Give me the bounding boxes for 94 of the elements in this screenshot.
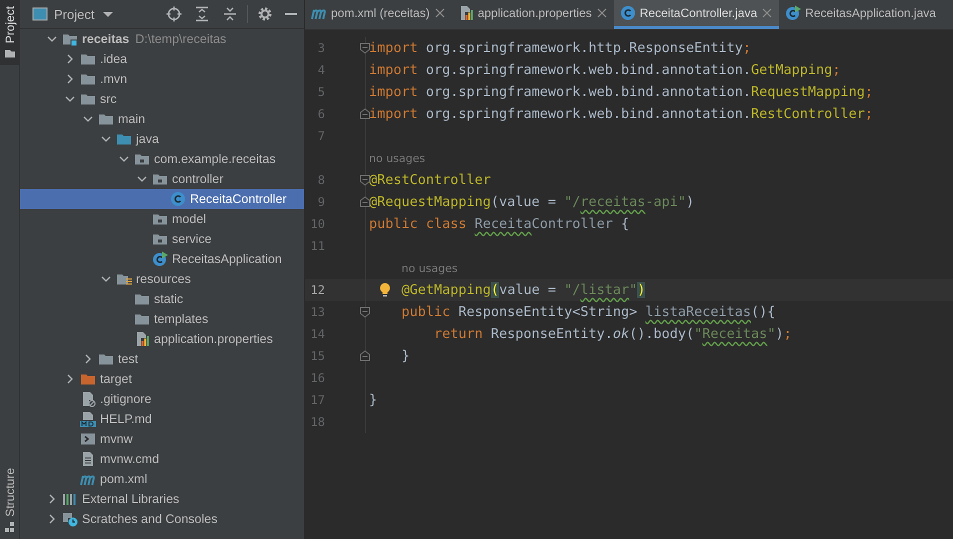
code-line: @GetMapping(value = "/listar") (400, 282, 646, 298)
tree-item[interactable]: src (20, 89, 304, 109)
folder-icon (4, 47, 16, 60)
tree-item[interactable]: java (20, 129, 304, 149)
ignore-file-icon (80, 391, 96, 407)
class-icon (785, 5, 802, 21)
line-number: 17 (310, 393, 325, 407)
settings-icon (257, 6, 273, 22)
tree-item[interactable]: ReceitaController (20, 189, 304, 209)
tree-item[interactable]: service (20, 229, 304, 249)
code-line: } (400, 348, 410, 364)
tree-item[interactable]: .gitignore (20, 389, 304, 409)
editor-tab[interactable]: ReceitasApplication.java (779, 0, 942, 29)
expand-all-icon (194, 6, 210, 22)
line-number: 7 (316, 129, 325, 143)
line-number: 14 (310, 327, 325, 341)
code-line: } (369, 392, 378, 408)
tree-item[interactable]: mvnw (20, 429, 304, 449)
tree-item[interactable]: controller (20, 169, 304, 189)
minimize-button[interactable] (282, 10, 300, 18)
line-number: 13 (310, 305, 325, 319)
editor-tab[interactable]: application.properties (452, 0, 614, 29)
tree-item[interactable]: .idea (20, 49, 304, 69)
usage-hint[interactable]: no usages (402, 262, 458, 274)
class-icon (170, 191, 186, 207)
scratch-icon (62, 511, 78, 527)
code-line: import org.springframework.web.bind.annotation.RestController; (369, 106, 873, 122)
view-selector[interactable]: Project (28, 4, 120, 24)
tree-item[interactable]: templates (20, 309, 304, 329)
fold-marker-icon (359, 108, 371, 120)
code-line: public class ReceitaController { (369, 216, 630, 232)
line-number: 4 (316, 63, 325, 77)
line-number: 5 (316, 85, 325, 99)
code-line: import org.springframework.http.ResponseEntity; (369, 40, 752, 56)
editor-tab[interactable]: pom.xml (receitas) (305, 0, 452, 29)
fold-marker-icon (359, 306, 371, 318)
spelling-squiggle: listar (580, 282, 630, 298)
line-number: 8 (316, 173, 325, 187)
tree-item[interactable]: mvnw.cmd (20, 449, 304, 469)
terminal-file-icon (80, 431, 96, 447)
fold-marker-icon (359, 174, 371, 186)
code-line: @RestController (369, 172, 491, 188)
tree-item[interactable]: .mvn (20, 69, 304, 89)
code-line: import org.springframework.web.bind.annotation.RequestMapping; (369, 84, 873, 100)
line-number: 18 (310, 415, 325, 429)
tree-item[interactable]: ReceitasApplication (20, 249, 304, 269)
code-line: @RequestMapping(value = "/receitas-api") (369, 194, 694, 210)
tree-item[interactable]: model (20, 209, 304, 229)
markdown-file-icon (80, 411, 96, 427)
tree-item[interactable]: application.properties (20, 329, 304, 349)
line-number: 15 (310, 349, 325, 363)
spelling-squiggle: Receitas (702, 326, 768, 342)
spelling-squiggle: listaReceitas (645, 304, 752, 320)
tree-item[interactable]: External Libraries (20, 489, 304, 509)
text-file-icon (80, 451, 96, 467)
line-number: 16 (310, 371, 325, 385)
fold-marker-icon (359, 196, 371, 208)
tree-item[interactable]: HELP.md (20, 409, 304, 429)
tree-item[interactable]: test (20, 349, 304, 369)
tree-item[interactable]: main (20, 109, 304, 129)
structure-icon (4, 521, 16, 533)
code-line: public ResponseEntity<String> listaReceitas(){ (400, 304, 776, 320)
line-number: 9 (316, 195, 325, 209)
collapse-all-icon (222, 6, 238, 22)
tree-item[interactable]: com.example.receitas (20, 149, 304, 169)
tree-item[interactable]: pom.xml (20, 469, 304, 489)
line-number: 6 (316, 107, 325, 121)
code-line: return ResponseEntity.ok().body("Receitas"); (433, 326, 792, 342)
usage-hint[interactable]: no usages (369, 152, 426, 164)
minimize-icon (285, 13, 297, 15)
tree-item[interactable]: receitas D:\temp\receitas (20, 29, 304, 49)
code-line: import org.springframework.web.bind.annotation.GetMapping; (369, 62, 840, 78)
fold-marker-icon (359, 42, 371, 54)
class-icon (620, 5, 636, 21)
library-icon (62, 491, 78, 507)
editor-tab[interactable]: ReceitaController.java (614, 0, 780, 29)
tree-item[interactable]: static (20, 289, 304, 309)
tool-window-tab[interactable]: Structure (0, 462, 19, 539)
tree-item[interactable]: target (20, 369, 304, 389)
spelling-squiggle: receitas (580, 194, 646, 210)
line-number: 11 (310, 239, 325, 253)
tree-item[interactable]: resources (20, 269, 304, 289)
panel-icon (32, 6, 48, 22)
fold-marker-icon (359, 350, 371, 362)
properties-file-icon (134, 331, 150, 347)
crosshair-icon (166, 6, 182, 22)
spelling-squiggle: Receita (474, 216, 532, 232)
line-number: 12 (310, 283, 325, 297)
project-path: D:\temp\receitas (135, 32, 226, 46)
line-number: 10 (310, 217, 325, 231)
tree-item[interactable]: Scratches and Consoles (20, 509, 304, 529)
class-icon (152, 251, 168, 267)
tool-window-tab[interactable]: Project (0, 0, 19, 66)
line-number: 3 (316, 41, 325, 55)
